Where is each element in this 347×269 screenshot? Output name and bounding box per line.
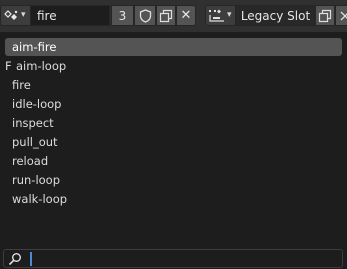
list-item-label: idle-loop	[12, 97, 62, 111]
users-count-button[interactable]: 3	[111, 5, 134, 26]
list-item-label: aim-fire	[12, 40, 57, 54]
duplicate-icon	[159, 9, 173, 22]
close-icon	[340, 11, 347, 21]
slot-label-text: Legacy Slot	[240, 8, 311, 23]
fake-user-button[interactable]	[134, 5, 156, 26]
list-item-fire[interactable]: fire	[5, 76, 342, 94]
list-item-aim-loop[interactable]: F aim-loop	[5, 57, 342, 75]
slot-duplicate-button[interactable]	[315, 5, 335, 26]
list-item-label: walk-loop	[12, 192, 68, 206]
list-item-label: fire	[12, 78, 31, 92]
list-item-aim-fire[interactable]: aim-fire	[5, 38, 342, 56]
search-field[interactable]	[3, 249, 343, 268]
fake-user-prefix: F	[5, 59, 12, 73]
shield-icon	[139, 8, 151, 23]
action-browser-popup: ▾ fire 3 ✕ ▾ Legacy Slot aim-fire F aim-…	[0, 0, 347, 269]
duplicate-icon	[318, 9, 332, 22]
list-item-label: run-loop	[12, 173, 61, 187]
list-item-walk-loop[interactable]: walk-loop	[5, 190, 342, 208]
slot-unlink-button[interactable]	[335, 5, 347, 26]
users-count-text: 3	[118, 8, 127, 23]
datablock-name-field[interactable]: fire	[30, 5, 110, 26]
chevron-down-icon: ▾	[21, 10, 26, 20]
text-caret	[30, 252, 32, 266]
list-item-label: pull_out	[12, 135, 58, 149]
list-item-reload[interactable]: reload	[5, 152, 342, 170]
list-item-run-loop[interactable]: run-loop	[5, 171, 342, 189]
list-item-label: inspect	[12, 116, 54, 130]
list-item-label: aim-loop	[16, 59, 67, 73]
duplicate-button[interactable]	[156, 5, 176, 26]
slot-type-dropdown[interactable]: ▾	[205, 5, 236, 26]
list-item-inspect[interactable]: inspect	[5, 114, 342, 132]
list-item-label: reload	[12, 154, 49, 168]
search-input[interactable]	[34, 250, 334, 267]
slot-selector-field[interactable]: Legacy Slot	[236, 5, 315, 26]
header-bar: ▾ fire 3 ✕ ▾ Legacy Slot	[0, 0, 347, 32]
action-slot-icon	[209, 9, 224, 22]
list-item-pull-out[interactable]: pull_out	[5, 133, 342, 151]
action-type-dropdown[interactable]: ▾	[0, 5, 30, 26]
chevron-down-icon: ▾	[227, 10, 232, 20]
search-icon	[8, 253, 21, 266]
close-icon: ✕	[180, 8, 192, 23]
action-icon	[4, 10, 18, 20]
datablock-name-text: fire	[37, 8, 57, 23]
list-item-idle-loop[interactable]: idle-loop	[5, 95, 342, 113]
unlink-button[interactable]: ✕	[176, 5, 196, 26]
